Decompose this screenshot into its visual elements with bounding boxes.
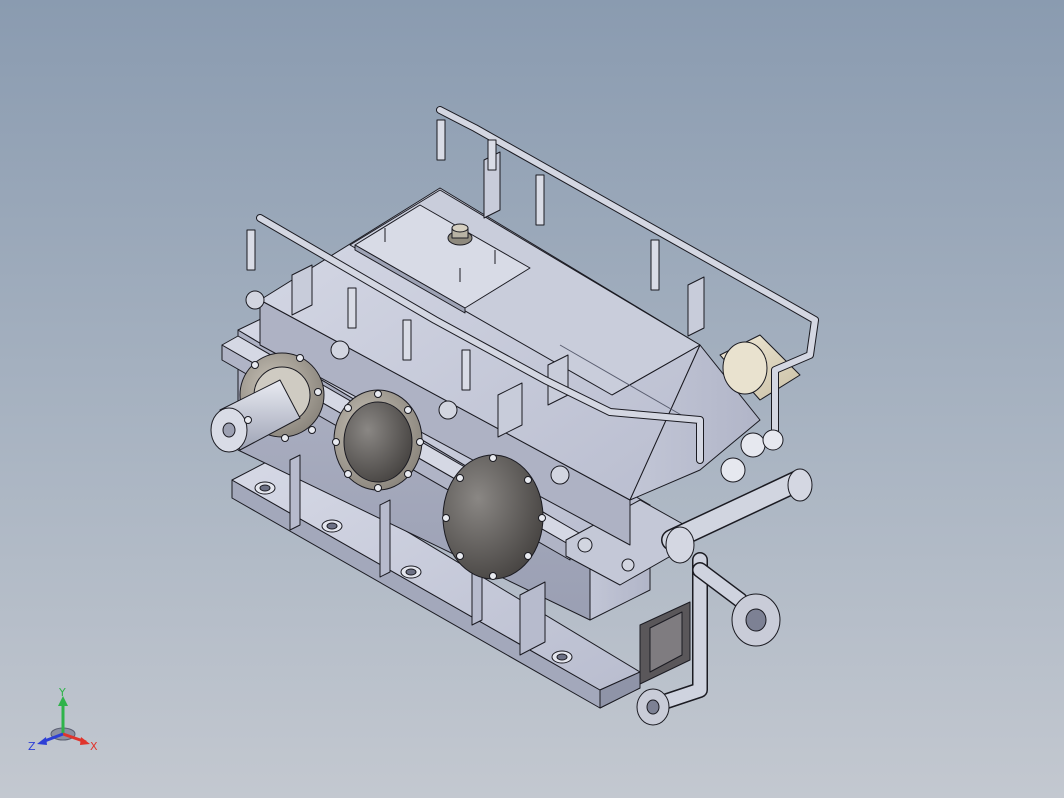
- bearing-cover-middle[interactable]: [332, 389, 424, 492]
- x-axis-label: X: [90, 740, 98, 753]
- y-axis-label: Y: [58, 686, 66, 699]
- oil-level-window[interactable]: [639, 601, 691, 685]
- z-axis-arrow-icon: [37, 737, 47, 745]
- coordinate-triad[interactable]: Y X Z: [26, 684, 106, 754]
- 3d-viewport[interactable]: [0, 0, 1064, 798]
- z-axis-label: Z: [28, 740, 36, 753]
- gearbox-model[interactable]: [210, 106, 819, 726]
- x-axis-arrow-icon: [80, 737, 90, 745]
